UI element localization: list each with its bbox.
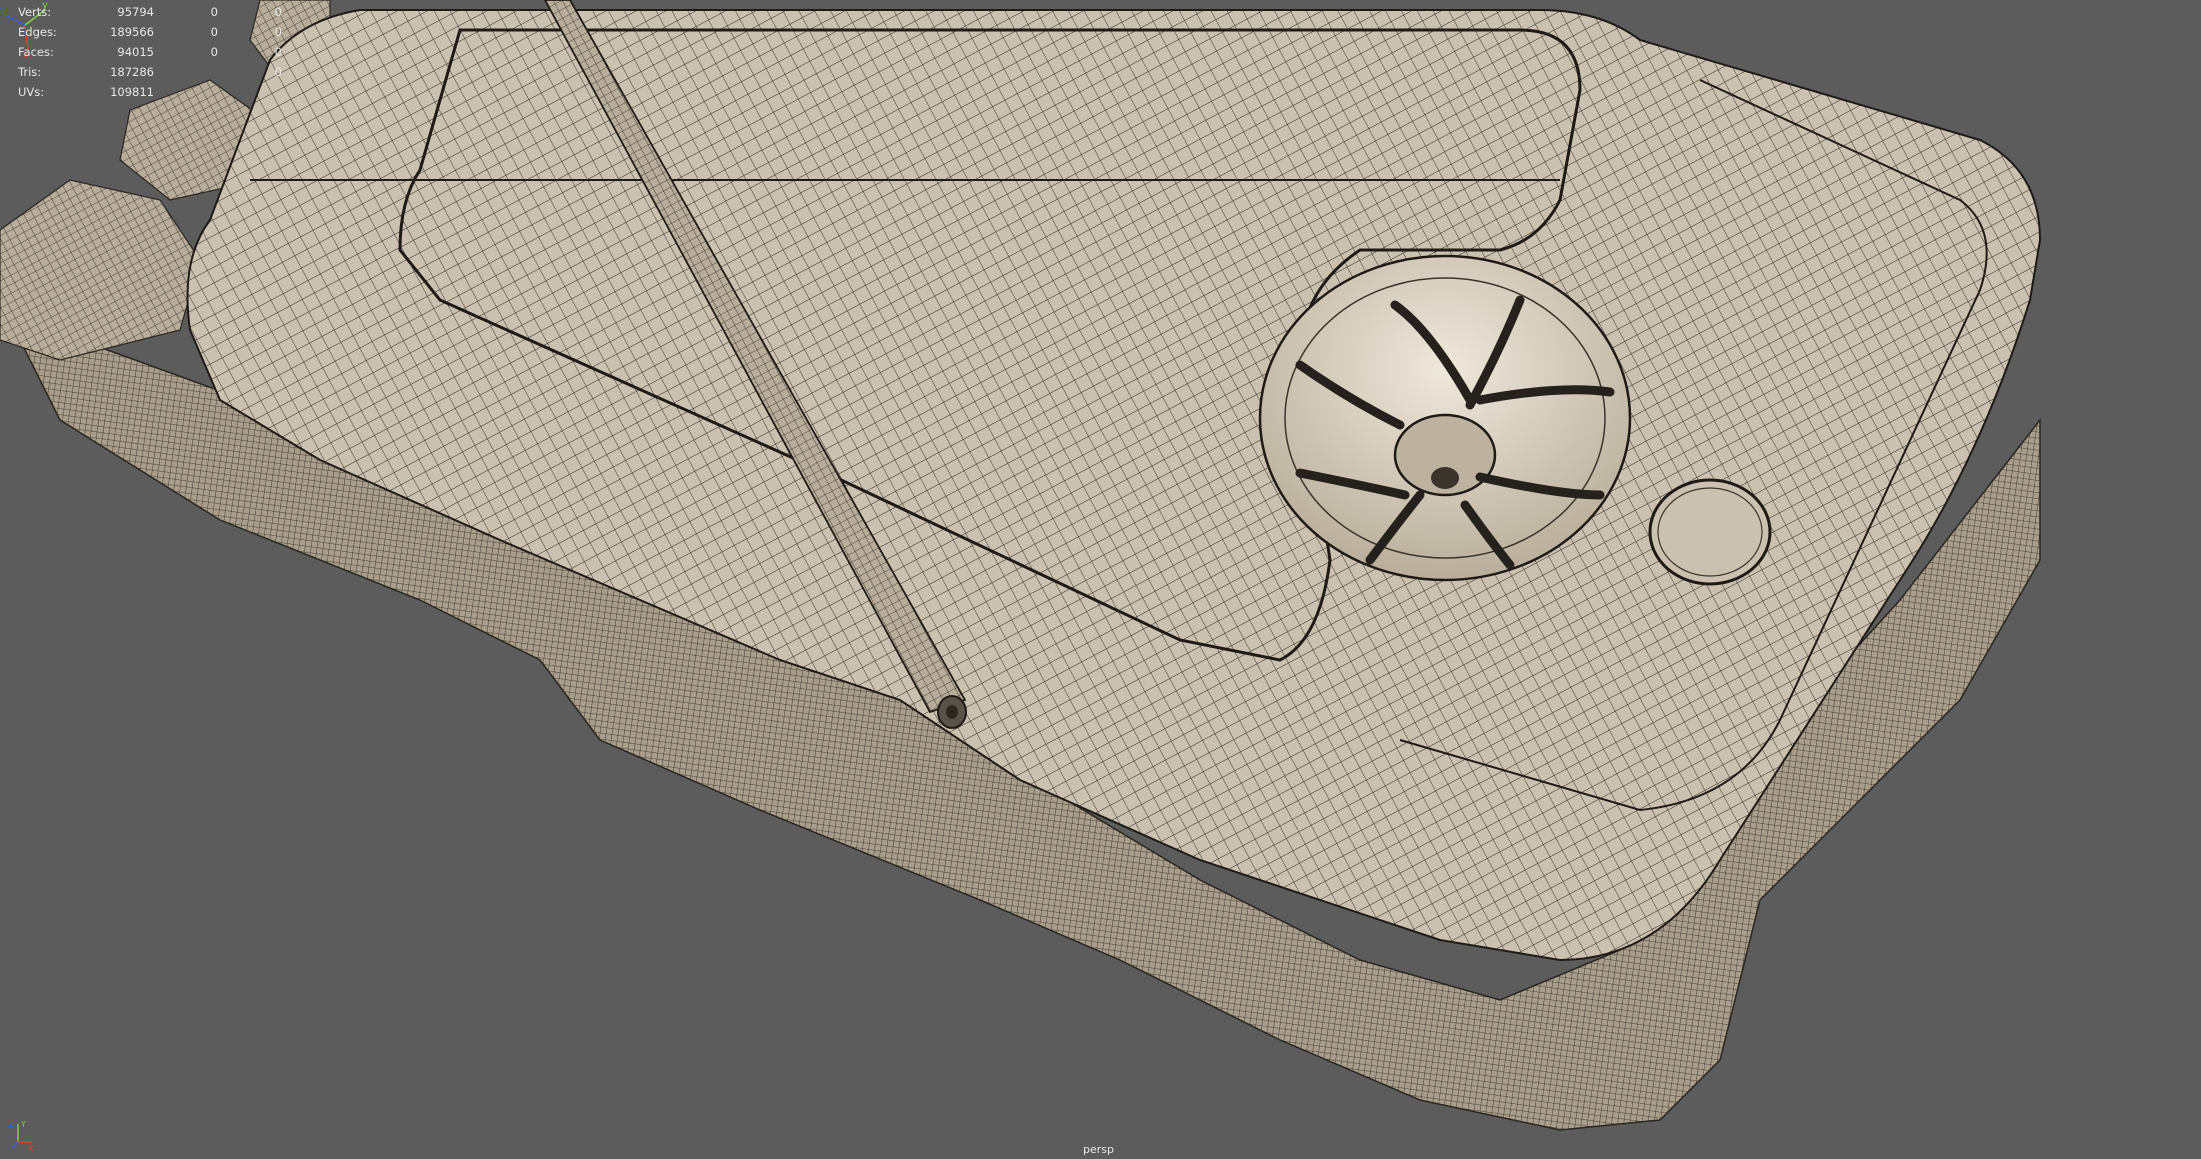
hud-selected bbox=[154, 62, 218, 82]
axis-y-label: Y bbox=[20, 1120, 26, 1129]
axis-x-label: X bbox=[28, 1144, 34, 1152]
hud-component: 0 bbox=[274, 25, 282, 39]
hud-row: UVs: 109811 bbox=[18, 82, 282, 102]
hud-label: Tris: bbox=[18, 65, 42, 79]
hud-row: Tris: 187286 0 bbox=[18, 62, 282, 82]
hud-selected: 0 bbox=[210, 45, 218, 59]
hud-component: 0 bbox=[274, 45, 282, 59]
hud-row: Verts: 95794 0 0 bbox=[18, 2, 282, 22]
mesh-drain-center bbox=[1431, 467, 1459, 489]
hud-component bbox=[218, 82, 282, 102]
hud-value: 95794 bbox=[117, 5, 154, 19]
mesh-render[interactable] bbox=[0, 0, 2201, 1159]
camera-name-label: persp bbox=[1083, 1143, 1114, 1156]
hud-value: 94015 bbox=[117, 45, 154, 59]
hud-value: 187286 bbox=[110, 65, 154, 79]
hud-selected bbox=[154, 82, 218, 102]
hud-label: Faces: bbox=[18, 45, 54, 59]
hud-component: 0 bbox=[274, 65, 282, 79]
hud-row: Edges: 189566 0 0 bbox=[18, 22, 282, 42]
hud-value: 189566 bbox=[110, 25, 154, 39]
poly-count-hud: Verts: 95794 0 0 Edges: 189566 0 0 Faces: 94015 0 0… bbox=[18, 2, 282, 102]
hud-selected: 0 bbox=[210, 25, 218, 39]
3d-viewport[interactable]: z y x bbox=[0, 0, 2201, 1159]
hud-label: Verts: bbox=[18, 5, 52, 19]
hud-component: 0 bbox=[274, 5, 282, 19]
axis-z-label: Z bbox=[8, 1120, 14, 1129]
hud-label: UVs: bbox=[18, 85, 45, 99]
mesh-plug bbox=[1648, 478, 1772, 586]
hud-row: Faces: 94015 0 0 bbox=[18, 42, 282, 62]
hud-value: 109811 bbox=[110, 85, 154, 99]
mesh-left-foot bbox=[0, 179, 201, 361]
view-axis-icon: Y X Z bbox=[8, 1120, 34, 1152]
hud-label: Edges: bbox=[18, 25, 57, 39]
hud-selected: 0 bbox=[210, 5, 218, 19]
gizmo-z-label: z bbox=[0, 6, 5, 17]
